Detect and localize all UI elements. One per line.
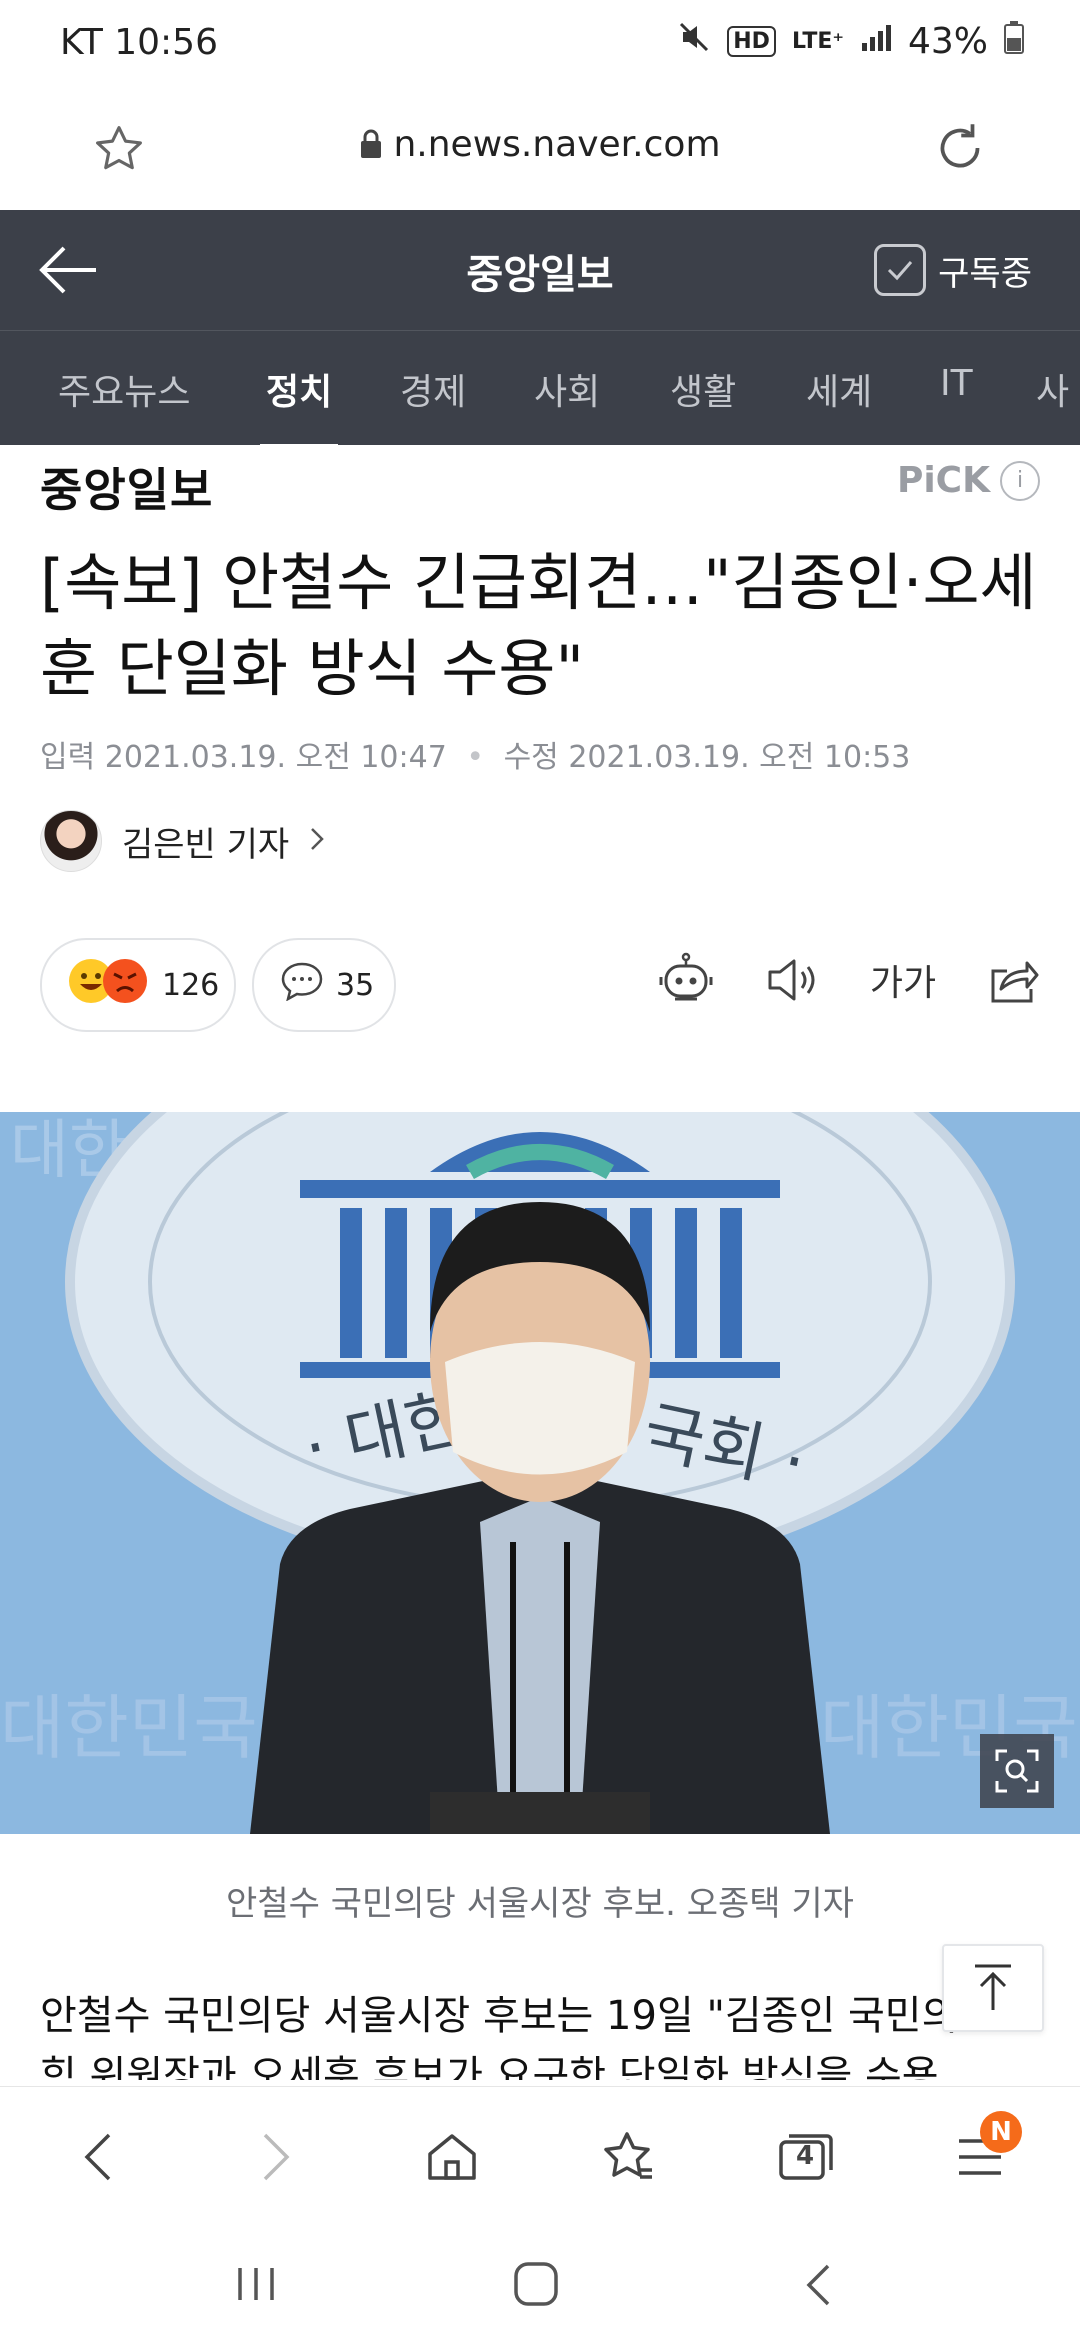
battery-icon [1004, 20, 1024, 63]
subscribe-button[interactable]: 구독중 [874, 244, 1032, 296]
reporter-avatar [40, 810, 102, 872]
input-label: 입력 [40, 740, 96, 775]
address-field[interactable]: n.news.naver.com [0, 124, 1080, 169]
system-back-icon[interactable] [804, 2262, 832, 2312]
press-header: 중앙일보 구독중 [0, 210, 1080, 330]
mute-icon [677, 20, 711, 63]
input-date: 2021.03.19. 오전 10:47 [104, 740, 447, 775]
tab-society[interactable]: 사회 [534, 363, 600, 415]
signal-icon [860, 21, 892, 62]
robot-summary-icon[interactable] [656, 950, 716, 1010]
reporter-link[interactable]: 김은빈 기자 [40, 810, 325, 872]
body-line-2: 힘 위원장과 오세훈 후보가 요구한 단일화 방식을 수용 [40, 2053, 939, 2080]
angry-emoji-icon [102, 958, 148, 1012]
tab-count: 4 [796, 2141, 815, 2171]
article-body: 안철수 국민의당 서울시장 후보는 19일 "김종인 국민의 힘 위원장과 오세… [40, 1986, 1080, 2080]
reaction-count: 126 [162, 967, 220, 1003]
share-icon[interactable] [984, 950, 1044, 1010]
url-text: n.news.naver.com [393, 124, 721, 165]
photo-caption: 안철수 국민의당 서울시장 후보. 오종택 기자 [226, 1884, 854, 1924]
reaction-button[interactable]: 126 [40, 938, 236, 1032]
system-navigation [0, 2216, 1080, 2340]
article-photo[interactable]: 대한 대한민국 대한민국 · 대한 국회 · [0, 1112, 1080, 1834]
scroll-to-top-button[interactable] [942, 1944, 1044, 2032]
article-headline: [속보] 안철수 긴급회견…"김종인·오세훈 단일화 방식 수용" [40, 546, 1037, 705]
body-line-1: 안철수 국민의당 서울시장 후보는 19일 "김종인 국민의 [40, 1993, 959, 2039]
lock-icon [359, 128, 383, 169]
reporter-name: 김은빈 기자 [122, 824, 290, 865]
chevron-right-icon [309, 821, 325, 861]
font-size-button[interactable]: 가가 [868, 950, 938, 1010]
url-bar: n.news.naver.com [0, 86, 1080, 210]
comment-count: 35 [336, 967, 375, 1003]
pick-label: PiCK [896, 460, 990, 501]
tab-politics[interactable]: 정치 [259, 363, 339, 445]
tab-world[interactable]: 세계 [806, 363, 872, 415]
edit-date: 2021.03.19. 오전 10:53 [568, 740, 911, 775]
browser-forward-icon[interactable] [236, 2117, 316, 2197]
browser-back-icon[interactable] [58, 2117, 138, 2197]
bookmarks-icon[interactable] [588, 2117, 668, 2197]
pick-badge[interactable]: PiCK i [897, 460, 1040, 501]
tab-it[interactable]: IT [940, 363, 973, 404]
tab-opinion[interactable]: 사 [1036, 363, 1069, 415]
tabs-icon[interactable]: 4 [766, 2117, 846, 2197]
system-home-icon[interactable] [512, 2260, 560, 2312]
home-icon[interactable] [412, 2117, 492, 2197]
battery-percent: 43% [907, 21, 988, 62]
check-icon [874, 244, 927, 296]
tab-life[interactable]: 생활 [670, 363, 736, 415]
tab-economy[interactable]: 경제 [400, 363, 466, 415]
menu-badge: N [980, 2111, 1022, 2153]
reload-icon[interactable] [930, 118, 990, 182]
browser-toolbar: 4 N [0, 2086, 1080, 2217]
subscribe-label: 구독중 [938, 253, 1032, 294]
date-separator: • [466, 740, 485, 775]
lte-indicator: LTE⁺ [791, 29, 844, 54]
info-icon: i [1000, 460, 1040, 501]
edit-label: 수정 [503, 740, 559, 775]
svg-text:대한민국: 대한민국 [0, 1687, 258, 1769]
menu-icon[interactable]: N [940, 2111, 1022, 2197]
tab-main-news[interactable]: 주요뉴스 [58, 363, 190, 415]
status-icons: HD LTE⁺ 43% [677, 20, 1024, 63]
comment-button[interactable]: 35 [252, 938, 396, 1032]
section-tabs: 주요뉴스 정치 경제 사회 생활 세계 IT 사 [0, 330, 1080, 445]
article-dates: 입력 2021.03.19. 오전 10:47 • 수정 2021.03.19.… [40, 732, 910, 776]
status-bar: KT 10:56 HD LTE⁺ 43% [0, 0, 1080, 86]
image-search-icon[interactable] [980, 1734, 1054, 1808]
press-logo: 중앙일보 [40, 463, 214, 517]
recent-apps-icon[interactable] [234, 2264, 278, 2308]
comment-icon [280, 961, 324, 1009]
carrier-time: KT 10:56 [60, 22, 218, 63]
speaker-icon[interactable] [762, 950, 822, 1010]
hd-badge: HD [727, 26, 776, 57]
